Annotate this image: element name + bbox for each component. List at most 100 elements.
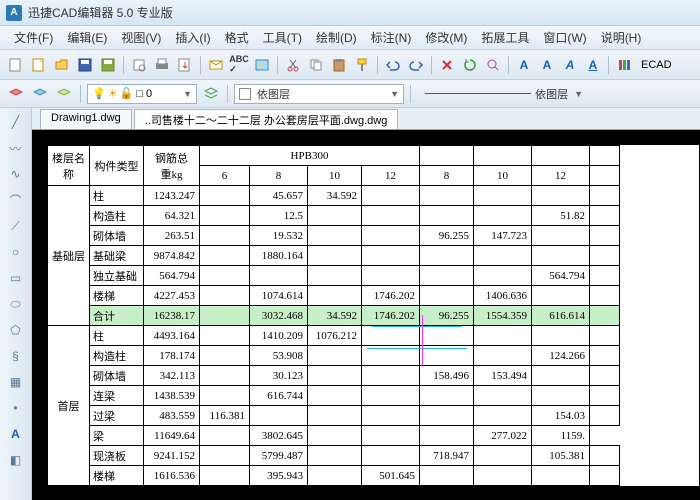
layer-props-icon[interactable] — [201, 84, 221, 104]
format-paint-icon[interactable] — [352, 55, 372, 75]
cell-value — [474, 386, 532, 406]
text-a1-icon[interactable]: A — [514, 55, 534, 75]
zoom-extents-icon[interactable] — [483, 55, 503, 75]
print-preview-icon[interactable] — [129, 55, 149, 75]
cell-value — [590, 226, 620, 246]
text-a3-icon[interactable]: A — [560, 55, 580, 75]
layer-tool2-icon[interactable] — [30, 84, 50, 104]
cell-value: 178.174 — [144, 346, 200, 366]
component-type: 过梁 — [90, 406, 144, 426]
cell-value — [200, 386, 250, 406]
cell-value — [200, 206, 250, 226]
cell-value: 124.266 — [532, 346, 590, 366]
text-a4-icon[interactable]: A — [583, 55, 603, 75]
color-bylayer-dropdown[interactable]: 依图层 ▼ — [234, 84, 404, 104]
cell-value — [590, 366, 620, 386]
app-title: 迅捷CAD编辑器 5.0 专业版 — [28, 4, 173, 21]
export-icon[interactable] — [175, 55, 195, 75]
layer-tool1-icon[interactable] — [6, 84, 26, 104]
menu-item[interactable]: 绘制(D) — [310, 27, 363, 48]
cell-value: 147.723 — [474, 226, 532, 246]
cell-value — [308, 346, 362, 366]
cell-value: 153.494 — [474, 366, 532, 386]
cell-value — [200, 266, 250, 286]
undo-icon[interactable] — [383, 55, 403, 75]
cell-value — [590, 246, 620, 266]
paste-icon[interactable] — [329, 55, 349, 75]
delete-icon[interactable] — [437, 55, 457, 75]
email-icon[interactable] — [206, 55, 226, 75]
linetype-bylayer-dropdown[interactable]: 依图层 ▼ — [417, 84, 587, 104]
cell-value: 501.645 — [362, 466, 420, 486]
new-icon[interactable] — [6, 55, 26, 75]
layer-tool3-icon[interactable] — [54, 84, 74, 104]
menu-item[interactable]: 标注(N) — [365, 27, 418, 48]
cell-value: 105.381 — [532, 446, 590, 466]
menu-item[interactable]: 工具(T) — [257, 27, 308, 48]
cell-value — [362, 366, 420, 386]
lock-icon: 🔓 — [120, 87, 134, 100]
menu-item[interactable]: 窗口(W) — [537, 27, 592, 48]
circle-tool-icon[interactable]: ○ — [6, 242, 26, 262]
image-icon[interactable] — [252, 55, 272, 75]
line-preview — [425, 93, 531, 94]
books-icon[interactable] — [614, 55, 634, 75]
hatch-tool-icon[interactable]: ▦ — [6, 372, 26, 392]
menu-item[interactable]: 插入(I) — [169, 27, 216, 48]
ellipse-tool-icon[interactable]: ⬭ — [6, 294, 26, 314]
separator — [80, 85, 81, 103]
save-icon[interactable] — [75, 55, 95, 75]
drawing-canvas[interactable]: 楼层名称构件类型钢筋总重kgHPB30068101281012基础层柱1243.… — [32, 130, 700, 500]
block-tool-icon[interactable]: ◧ — [6, 450, 26, 470]
text-tool-icon[interactable]: A — [6, 424, 26, 444]
helix-tool-icon[interactable]: § — [6, 346, 26, 366]
save-as-icon[interactable] — [98, 55, 118, 75]
spline-tool-icon[interactable]: ∿ — [6, 164, 26, 184]
menu-item[interactable]: 视图(V) — [115, 27, 167, 48]
cell-value — [308, 386, 362, 406]
document-tab[interactable]: Drawing1.dwg — [40, 109, 132, 129]
cell-value: 1746.202 — [362, 306, 420, 326]
cell-value — [474, 446, 532, 466]
cell-value: 1410.209 — [250, 326, 308, 346]
spellcheck-icon[interactable]: ABC✓ — [229, 55, 249, 75]
layer-state-dropdown[interactable]: 💡 ☀ 🔓 □ 0 ▼ — [87, 84, 197, 104]
menu-item[interactable]: 格式 — [219, 27, 255, 48]
cell-value — [200, 466, 250, 486]
cell-value: 1554.359 — [474, 306, 532, 326]
redo-icon[interactable] — [406, 55, 426, 75]
cell-value — [532, 366, 590, 386]
cut-icon[interactable] — [283, 55, 303, 75]
polyline-tool-icon[interactable]: 〰 — [6, 138, 26, 158]
rect-tool-icon[interactable]: ▭ — [6, 268, 26, 288]
app-logo: A — [6, 5, 22, 21]
arc-tool-icon[interactable]: ⌒ — [6, 190, 26, 210]
point-tool-icon[interactable]: • — [6, 398, 26, 418]
open-icon[interactable] — [52, 55, 72, 75]
cell-value — [532, 186, 590, 206]
cell-value: 116.381 — [200, 406, 250, 426]
menu-item[interactable]: 编辑(E) — [61, 27, 113, 48]
separator — [377, 56, 378, 74]
new-doc-icon[interactable] — [29, 55, 49, 75]
print-icon[interactable] — [152, 55, 172, 75]
document-tab[interactable]: ..司售楼十二～二十二层 办公套房层平面.dwg.dwg — [134, 109, 399, 129]
refresh-icon[interactable] — [460, 55, 480, 75]
toolbar-main: ABC✓ A A A A ECAD — [0, 50, 700, 80]
copy-icon[interactable] — [306, 55, 326, 75]
chevron-down-icon: ▼ — [183, 89, 192, 99]
cell-value: 3802.645 — [250, 426, 308, 446]
component-type: 楼梯 — [90, 286, 144, 306]
chevron-down-icon: ▼ — [574, 89, 583, 99]
text-a2-icon[interactable]: A — [537, 55, 557, 75]
menu-item[interactable]: 拓展工具 — [475, 27, 535, 48]
menu-item[interactable]: 说明(H) — [595, 27, 648, 48]
separator — [277, 56, 278, 74]
line-tool-icon[interactable]: ╱ — [6, 112, 26, 132]
curve-tool-icon[interactable]: ⟋ — [6, 216, 26, 236]
menu-item[interactable]: 修改(M) — [419, 27, 473, 48]
polygon-tool-icon[interactable]: ⬠ — [6, 320, 26, 340]
menu-item[interactable]: 文件(F) — [8, 27, 59, 48]
color-swatch — [239, 88, 251, 100]
cell-value: 4493.164 — [144, 326, 200, 346]
